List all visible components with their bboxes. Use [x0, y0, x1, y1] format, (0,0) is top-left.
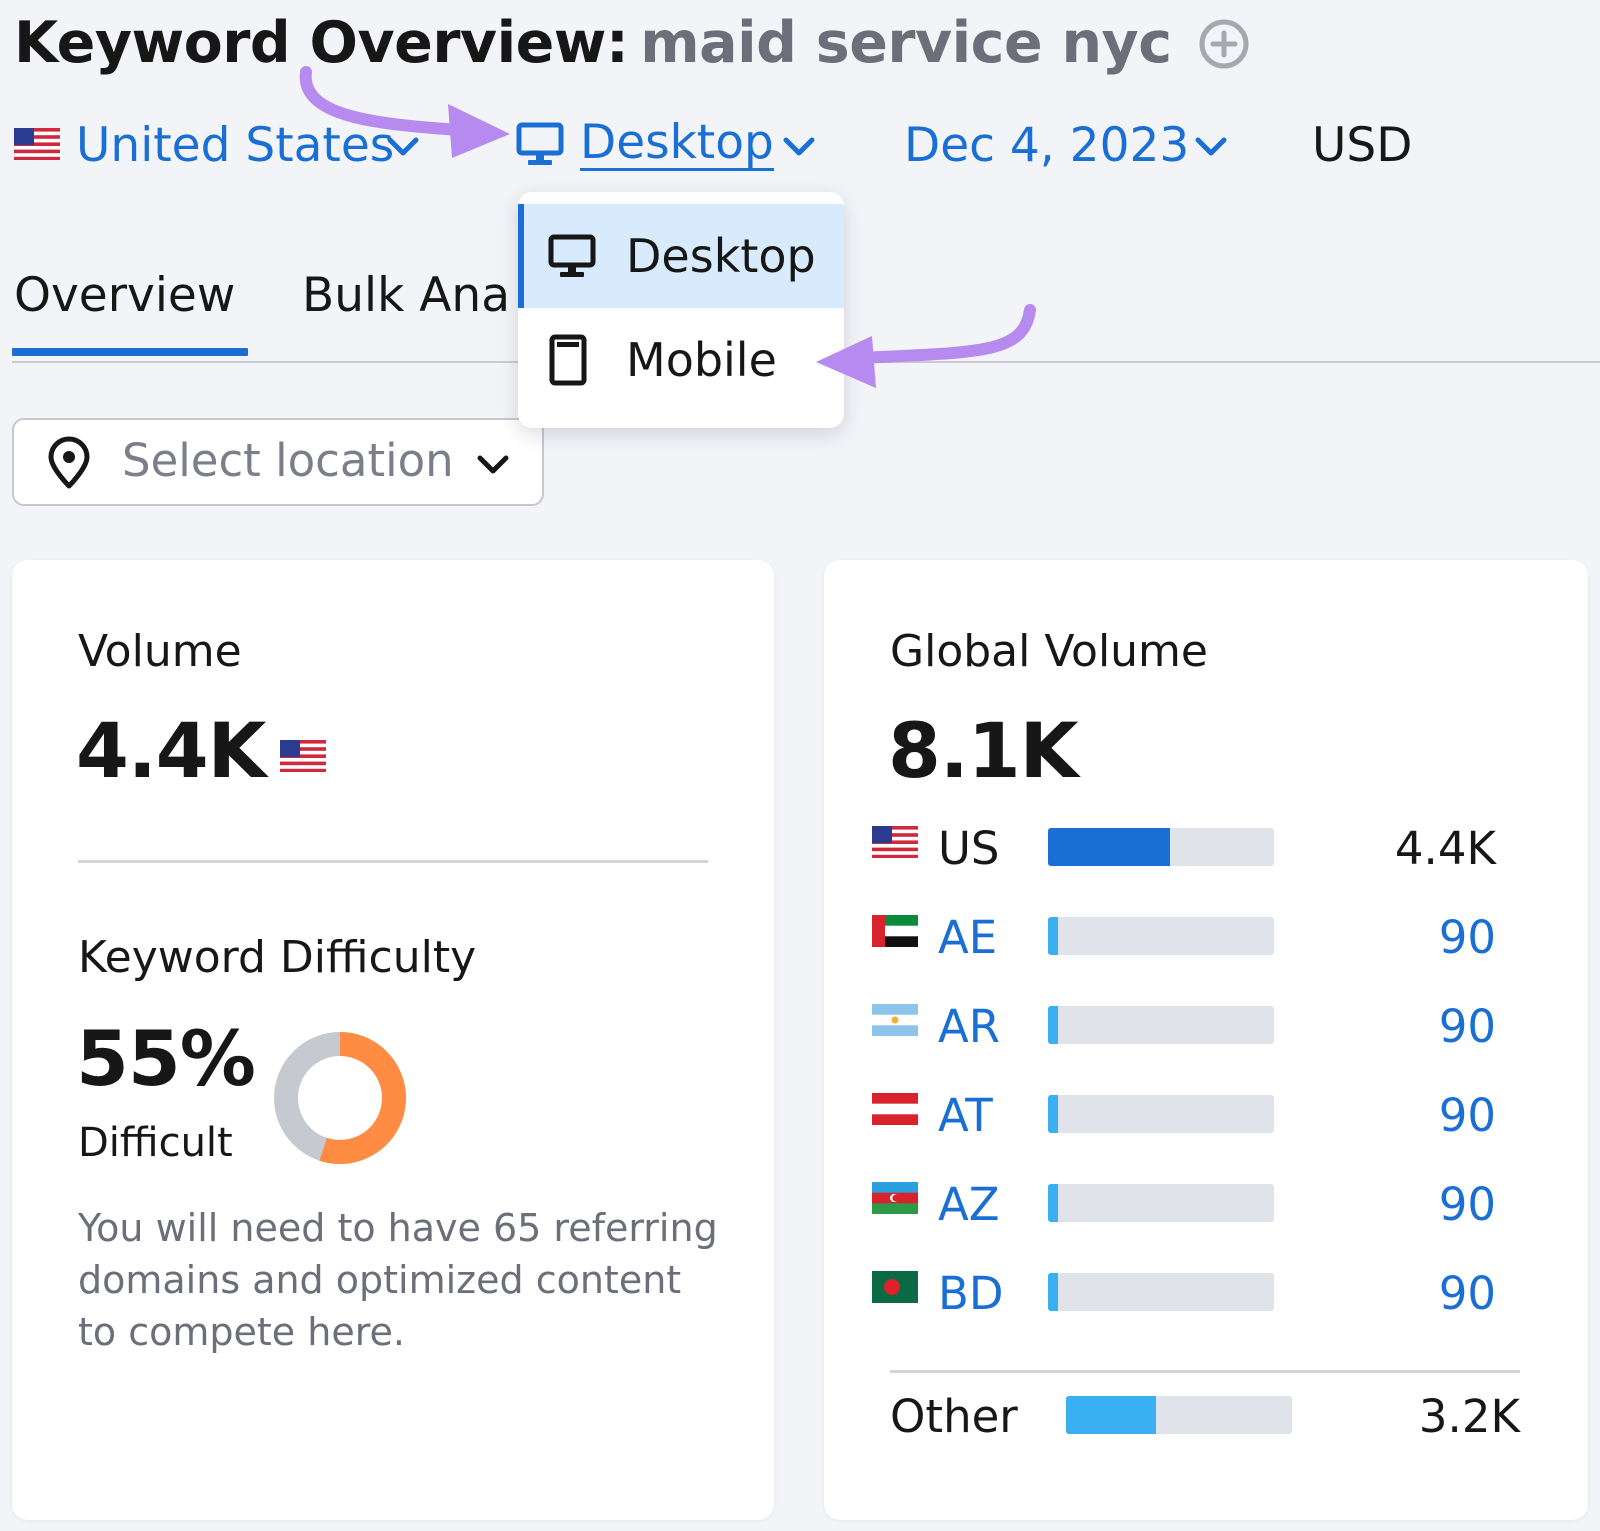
- global-volume-label: Global Volume: [890, 626, 1208, 677]
- country-label: United States: [76, 118, 395, 173]
- page-title-label: Keyword Overview:: [14, 10, 629, 76]
- country-code[interactable]: AR: [938, 1000, 1000, 1053]
- country-volume-bar-fill: [1048, 917, 1058, 955]
- country-volume-bar-fill: [1048, 828, 1170, 866]
- other-bar: [1066, 1396, 1292, 1434]
- us-flag-icon: [872, 826, 918, 858]
- difficulty-description: You will need to have 65 referring domai…: [78, 1206, 718, 1354]
- difficulty-level: Difficult: [78, 1120, 233, 1166]
- location-placeholder: Select location: [122, 434, 454, 487]
- volume-card: Volume 4.4K Keyword Difficulty 55% Diffi…: [12, 560, 774, 1520]
- country-volume-bar: [1048, 1184, 1274, 1222]
- device-option-label: Desktop: [626, 229, 816, 283]
- other-bar-fill: [1066, 1396, 1156, 1434]
- country-volume[interactable]: 90: [1296, 1089, 1496, 1142]
- chevron-down-icon: [387, 137, 419, 156]
- country-volume-bar: [1048, 1006, 1274, 1044]
- az-flag-icon: [872, 1182, 918, 1214]
- global-volume-card: Global Volume 8.1K US 4.4K AE 90 AR 90 A…: [824, 560, 1588, 1520]
- location-pin-icon: [48, 436, 90, 489]
- device-option-label: Mobile: [626, 333, 777, 387]
- difficulty-label: Keyword Difficulty: [78, 932, 477, 983]
- country-row: BD 90: [824, 1267, 1588, 1327]
- keyword-text: maid service nyc: [640, 10, 1172, 76]
- location-select[interactable]: Select location: [12, 418, 544, 506]
- add-keyword-icon[interactable]: [1198, 18, 1250, 70]
- active-tab-indicator: [12, 348, 248, 356]
- country-volume-bar-fill: [1048, 1006, 1058, 1044]
- other-value: 3.2K: [1418, 1390, 1520, 1443]
- bd-flag-icon: [872, 1271, 918, 1303]
- us-flag-icon: [280, 740, 326, 772]
- date-label: Dec 4, 2023: [904, 118, 1190, 173]
- desktop-icon: [516, 122, 564, 165]
- country-row: AR 90: [824, 1000, 1588, 1060]
- country-volume-bar-fill: [1048, 1095, 1058, 1133]
- us-flag-icon: [14, 128, 60, 160]
- country-row: AE 90: [824, 911, 1588, 971]
- chevron-down-icon: [783, 137, 815, 156]
- country-volume[interactable]: 90: [1296, 1178, 1496, 1231]
- country-code: US: [938, 822, 1000, 875]
- device-dropdown-menu: Desktop Mobile: [518, 192, 844, 428]
- device-label: Desktop: [580, 115, 774, 171]
- chevron-down-icon: [1195, 137, 1227, 156]
- volume-label: Volume: [78, 626, 242, 677]
- ar-flag-icon: [872, 1004, 918, 1036]
- country-volume-bar-fill: [1048, 1273, 1058, 1311]
- country-row: AZ 90: [824, 1178, 1588, 1238]
- country-code[interactable]: AZ: [938, 1178, 1000, 1231]
- country-volume[interactable]: 90: [1296, 1000, 1496, 1053]
- mobile-icon: [549, 334, 587, 386]
- tab-bulk-analysis[interactable]: Bulk Ana: [302, 268, 510, 323]
- ae-flag-icon: [872, 915, 918, 947]
- at-flag-icon: [872, 1093, 918, 1125]
- country-code[interactable]: AE: [938, 911, 997, 964]
- chevron-down-icon: [477, 455, 509, 474]
- difficulty-donut: [274, 1032, 406, 1164]
- tab-overview[interactable]: Overview: [14, 268, 235, 323]
- country-volume-bar-fill: [1048, 1184, 1058, 1222]
- volume-value: 4.4K: [76, 706, 267, 795]
- device-option-mobile[interactable]: Mobile: [518, 308, 844, 412]
- country-volume: 4.4K: [1394, 822, 1496, 875]
- page-title: Keyword Overview: maid service nyc: [14, 10, 1172, 76]
- country-volume-bar: [1048, 828, 1274, 866]
- currency-label: USD: [1312, 118, 1413, 173]
- difficulty-value: 55%: [76, 1014, 256, 1103]
- country-volume-bar: [1048, 1095, 1274, 1133]
- country-row: AT 90: [824, 1089, 1588, 1149]
- global-divider: [890, 1370, 1520, 1373]
- desktop-icon: [548, 234, 596, 277]
- country-code[interactable]: AT: [938, 1089, 993, 1142]
- volume-divider: [78, 860, 708, 863]
- other-label: Other: [890, 1390, 1018, 1443]
- arrow-to-mobile-option: [816, 304, 1036, 388]
- country-code[interactable]: BD: [938, 1267, 1004, 1320]
- country-row: US 4.4K: [824, 822, 1588, 882]
- device-option-desktop[interactable]: Desktop: [518, 204, 844, 308]
- global-volume-value: 8.1K: [888, 706, 1079, 795]
- country-volume-bar: [1048, 917, 1274, 955]
- country-volume[interactable]: 90: [1296, 911, 1496, 964]
- country-volume-bar: [1048, 1273, 1274, 1311]
- country-volume[interactable]: 90: [1296, 1267, 1496, 1320]
